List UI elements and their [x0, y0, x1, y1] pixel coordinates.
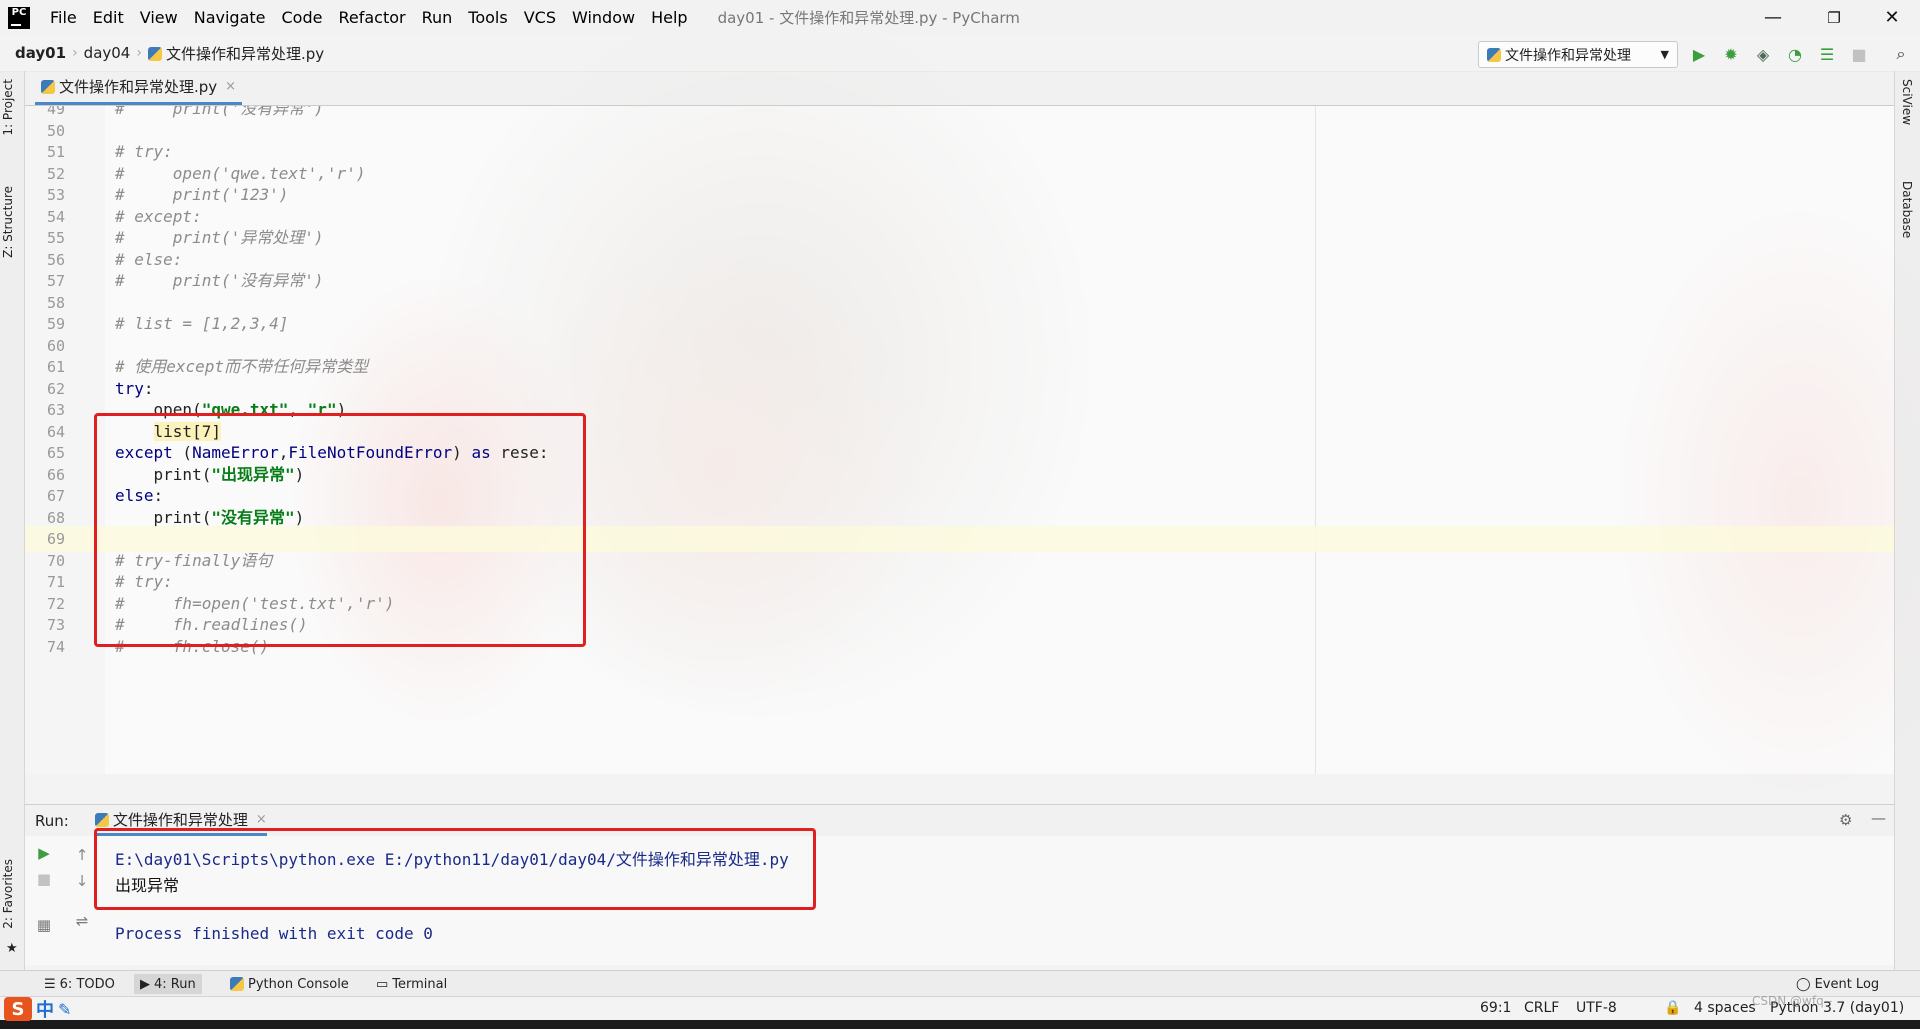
- tool-tab-structure[interactable]: Z: Structure: [1, 186, 15, 258]
- scroll-up-icon[interactable]: ↑: [71, 844, 93, 866]
- python-console-icon: [230, 977, 244, 991]
- bottom-tool-tabs: ☰ 6: TODO ▶ 4: Run Python Console ▭ Termina…: [0, 970, 1920, 997]
- title-bar: PC File Edit View Navigate Code Refactor…: [0, 0, 1920, 35]
- ime-indicator: S 中 ✎: [4, 996, 71, 1022]
- todo-label: 6: TODO: [59, 976, 115, 992]
- soft-wrap-icon[interactable]: ⇌: [71, 910, 93, 932]
- breadcrumb-file[interactable]: 文件操作和异常处理.py: [142, 43, 330, 64]
- debug-icon[interactable]: ✹: [1720, 43, 1742, 65]
- concurrency-icon[interactable]: ☰: [1816, 43, 1838, 65]
- taskbar-strip: [0, 1020, 1920, 1029]
- rerun-icon[interactable]: ▶: [33, 842, 55, 864]
- python-file-icon: [41, 79, 55, 94]
- line-separator[interactable]: CRLF: [1524, 1000, 1559, 1016]
- tool-tab-todo[interactable]: ☰ 6: TODO: [38, 974, 121, 994]
- terminal-icon: ▭: [376, 976, 389, 992]
- tool-tab-sciview[interactable]: SciView: [1900, 79, 1914, 125]
- breadcrumb-project[interactable]: day01: [9, 44, 72, 62]
- pen-icon[interactable]: ✎: [58, 1000, 71, 1019]
- profile-icon[interactable]: ◔: [1784, 43, 1806, 65]
- gear-icon[interactable]: ⚙: [1839, 811, 1852, 829]
- editor-tab-bar: 文件操作和异常处理.py ×: [25, 71, 1894, 106]
- breadcrumb-folder[interactable]: day04: [78, 44, 137, 62]
- chevron-down-icon: ▼: [1660, 48, 1669, 61]
- run-config-label: 文件操作和异常处理: [1505, 47, 1631, 64]
- status-bar: 69:1 CRLF UTF-8 🔒 4 spaces Python 3.7 (d…: [0, 994, 1920, 1021]
- menu-file[interactable]: File: [42, 8, 85, 27]
- menu-code[interactable]: Code: [274, 8, 331, 27]
- menu-vcs[interactable]: VCS: [516, 8, 564, 27]
- hide-panel-icon[interactable]: —: [1871, 809, 1886, 827]
- minimize-button[interactable]: —: [1745, 0, 1801, 35]
- run-icon: ▶: [140, 976, 150, 992]
- tool-tab-project[interactable]: 1: Project: [1, 79, 15, 136]
- menu-edit[interactable]: Edit: [85, 8, 132, 27]
- csdn-watermark: CSDN @wfq--: [1752, 994, 1833, 1008]
- tool-tab-terminal[interactable]: ▭ Terminal: [370, 974, 453, 994]
- menu-refactor[interactable]: Refactor: [330, 8, 413, 27]
- tool-tab-database[interactable]: Database: [1900, 181, 1914, 238]
- annotation-box-output: [94, 828, 816, 910]
- event-log-icon: ◯: [1796, 976, 1811, 992]
- coverage-icon[interactable]: ◈: [1752, 43, 1774, 65]
- menu-help[interactable]: Help: [643, 8, 695, 27]
- ime-mode[interactable]: 中: [36, 996, 54, 1022]
- search-icon[interactable]: ⌕: [1890, 43, 1912, 65]
- menu-view[interactable]: View: [132, 8, 186, 27]
- run-configuration-select[interactable]: 文件操作和异常处理 ▼: [1478, 41, 1678, 68]
- sogou-ime-icon[interactable]: S: [4, 997, 32, 1021]
- tool-tab-event-log[interactable]: ◯ Event Log: [1790, 974, 1885, 994]
- editor-tab-file[interactable]: 文件操作和异常处理.py ×: [35, 71, 243, 105]
- python-file-icon: [147, 46, 162, 61]
- close-tab-icon[interactable]: ×: [225, 79, 236, 94]
- python-console-label: Python Console: [248, 976, 349, 992]
- pycharm-logo-icon: PC: [8, 6, 30, 29]
- right-tool-window-strip: SciView Database: [1894, 71, 1920, 971]
- close-window-button[interactable]: ✕: [1864, 0, 1920, 35]
- annotation-box-code: [94, 413, 586, 647]
- run-tab-label: 文件操作和异常处理: [112, 811, 248, 829]
- python-file-icon: [94, 812, 109, 827]
- stop-icon[interactable]: ■: [33, 868, 55, 890]
- breadcrumb-file-label: 文件操作和异常处理.py: [165, 44, 325, 63]
- scroll-down-icon[interactable]: ↓: [71, 870, 93, 892]
- run-label: 4: Run: [154, 976, 196, 992]
- tool-tab-python-console[interactable]: Python Console: [224, 974, 355, 994]
- menu-navigate[interactable]: Navigate: [186, 8, 274, 27]
- star-icon: ★: [6, 941, 18, 956]
- list-icon: ☰: [44, 976, 56, 992]
- menu-run[interactable]: Run: [414, 8, 461, 27]
- editor-tab-label: 文件操作和异常处理.py: [59, 78, 218, 96]
- file-encoding[interactable]: UTF-8: [1576, 1000, 1617, 1016]
- stop-icon[interactable]: ■: [1848, 43, 1870, 65]
- layout-icon[interactable]: ▦: [33, 914, 55, 936]
- tool-tab-run[interactable]: ▶ 4: Run: [134, 974, 202, 994]
- close-tab-icon[interactable]: ×: [256, 812, 267, 827]
- menu-window[interactable]: Window: [564, 8, 643, 27]
- indent-setting[interactable]: 4 spaces: [1694, 1000, 1756, 1016]
- left-tool-window-strip: 1: Project Z: Structure 2: Favorites ★: [0, 71, 25, 971]
- caret-position[interactable]: 69:1: [1480, 1000, 1511, 1016]
- console-output-exit: Process finished with exit code 0: [115, 924, 433, 943]
- python-file-icon: [1487, 47, 1501, 62]
- run-panel-label: Run:: [35, 812, 69, 830]
- tool-tab-favorites[interactable]: 2: Favorites: [1, 859, 15, 929]
- window-title: day01 - 文件操作和异常处理.py - PyCharm: [717, 9, 1020, 27]
- terminal-label: Terminal: [392, 976, 448, 992]
- event-log-label: Event Log: [1814, 976, 1880, 992]
- run-icon[interactable]: ▶: [1688, 43, 1710, 65]
- lock-icon[interactable]: 🔒: [1664, 1000, 1681, 1016]
- menu-tools[interactable]: Tools: [460, 8, 515, 27]
- restore-button[interactable]: ❐: [1806, 0, 1862, 35]
- line-number: 74: [46, 637, 65, 656]
